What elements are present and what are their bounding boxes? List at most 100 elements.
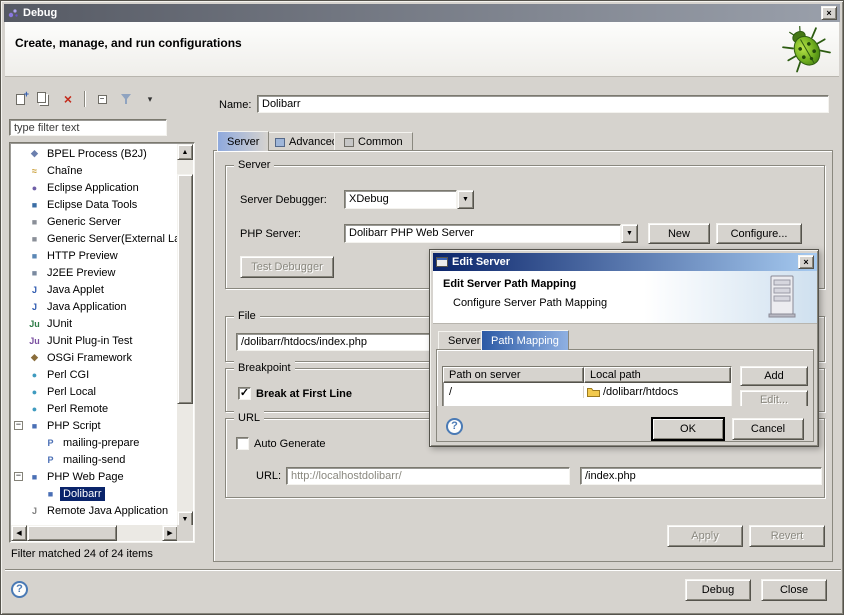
breakpoint-group-legend: Breakpoint xyxy=(234,361,295,375)
revert-button[interactable]: Revert xyxy=(749,525,825,547)
tree-item-perl-cgi[interactable]: ●Perl CGI xyxy=(12,366,178,383)
file-group-legend: File xyxy=(234,309,260,323)
collapse-all-button[interactable]: − xyxy=(91,90,113,109)
break-at-first-line-checkbox[interactable] xyxy=(238,387,251,400)
php-web-page-icon: ■ xyxy=(27,472,42,482)
remote-java-application-icon: J xyxy=(27,506,42,516)
server-group-legend: Server xyxy=(234,158,274,172)
tree-item-http-preview[interactable]: ■HTTP Preview xyxy=(12,247,178,264)
cha-ne-icon: ≈ xyxy=(27,166,42,176)
java-applet-icon: J xyxy=(27,285,42,295)
base-url-input[interactable]: http://localhostdolibarr/ xyxy=(286,467,570,485)
scroll-up-icon[interactable] xyxy=(177,144,193,160)
tree-item-dolibarr[interactable]: ■Dolibarr xyxy=(12,485,178,502)
scroll-left-icon[interactable] xyxy=(11,525,27,541)
ok-button[interactable]: OK xyxy=(652,418,724,440)
dialog-tab-path-mapping[interactable]: Path Mapping xyxy=(481,330,569,350)
server-debugger-dropdown-icon[interactable] xyxy=(457,190,474,209)
configurations-toolbar: + − xyxy=(9,89,161,109)
tree-item-label: OSGi Framework xyxy=(44,351,135,365)
local-path-column-header[interactable]: Local path xyxy=(584,367,731,383)
filter-launch-configurations-button[interactable] xyxy=(115,90,137,109)
url-path-input[interactable]: /index.php xyxy=(580,467,822,485)
collapse-toggle-icon[interactable]: − xyxy=(14,472,23,481)
path-mapping-row[interactable]: //dolibarr/htdocs xyxy=(443,383,731,400)
dialog-tab-server-label: Server xyxy=(448,335,480,347)
url-group-legend: URL xyxy=(234,411,264,425)
php-server-dropdown-icon[interactable] xyxy=(621,224,638,243)
view-menu-button[interactable] xyxy=(139,90,161,109)
name-input[interactable]: Dolibarr xyxy=(257,95,829,113)
tree-item-perl-local[interactable]: ●Perl Local xyxy=(12,383,178,400)
debug-button[interactable]: Debug xyxy=(685,579,751,601)
local-path-cell: /dolibarr/htdocs xyxy=(583,386,731,398)
tree-item-remote-java-application[interactable]: JRemote Java Application xyxy=(12,502,178,519)
eclipse-data-tools-icon: ■ xyxy=(27,200,42,210)
filter-status: Filter matched 24 of 24 items xyxy=(11,548,153,560)
tree-item-java-applet[interactable]: JJava Applet xyxy=(12,281,178,298)
filter-icon xyxy=(121,94,131,104)
php-server-combo[interactable]: Dolibarr PHP Web Server xyxy=(344,224,638,243)
tree-item-cha-ne[interactable]: ≈Chaîne xyxy=(12,162,178,179)
close-button[interactable]: Close xyxy=(761,579,827,601)
path-on-server-column-header[interactable]: Path on server xyxy=(443,367,584,383)
osgi-framework-icon: ◆ xyxy=(27,352,42,363)
tab-advanced-label: Advanced xyxy=(289,136,338,148)
tree-item-perl-remote[interactable]: ●Perl Remote xyxy=(12,400,178,417)
configure-server-button[interactable]: Configure... xyxy=(716,223,802,244)
tree-item-label: Dolibarr xyxy=(60,487,105,501)
titlebar[interactable]: Debug × xyxy=(4,4,840,22)
new-launch-configuration-button[interactable]: + xyxy=(9,90,31,109)
tree-item-generic-server[interactable]: ■Generic Server xyxy=(12,213,178,230)
php-server-value: Dolibarr PHP Web Server xyxy=(344,224,621,243)
delete-launch-configuration-button[interactable] xyxy=(57,90,79,109)
new-server-button[interactable]: New xyxy=(648,223,710,244)
cancel-button[interactable]: Cancel xyxy=(732,418,804,440)
edit-server-titlebar[interactable]: Edit Server × xyxy=(433,253,817,271)
tree-item-java-application[interactable]: JJava Application xyxy=(12,298,178,315)
tree-item-mailing-send[interactable]: Pmailing-send xyxy=(12,451,178,468)
tree-item-label: Eclipse Data Tools xyxy=(44,198,140,212)
apply-button[interactable]: Apply xyxy=(667,525,743,547)
tree-item-generic-server-external-la[interactable]: ■Generic Server(External La xyxy=(12,230,178,247)
server-debugger-combo[interactable]: XDebug xyxy=(344,190,474,209)
break-at-first-line-label: Break at First Line xyxy=(256,388,352,400)
window-close-button[interactable]: × xyxy=(821,6,837,20)
filter-input[interactable]: type filter text xyxy=(9,119,167,136)
tree-item-label: Chaîne xyxy=(44,164,85,178)
tree-item-j2ee-preview[interactable]: ■J2EE Preview xyxy=(12,264,178,281)
tab-common[interactable]: Common xyxy=(334,132,413,151)
tree-item-php-web-page[interactable]: −■PHP Web Page xyxy=(12,468,178,485)
test-debugger-button[interactable]: Test Debugger xyxy=(240,256,334,278)
folder-icon xyxy=(587,387,600,397)
collapse-toggle-icon[interactable]: − xyxy=(14,421,23,430)
tree-item-junit-plug-in-test[interactable]: JuJUnit Plug-in Test xyxy=(12,332,178,349)
bpel-process-b2j-icon: ◆ xyxy=(27,148,42,159)
perl-remote-icon: ● xyxy=(27,404,42,414)
auto-generate-checkbox[interactable] xyxy=(236,437,249,450)
edit-server-dialog: Edit Server × Edit Server Path Mapping C… xyxy=(429,249,819,447)
tree-horizontal-scrollbar[interactable] xyxy=(11,525,178,541)
footer-separator xyxy=(5,569,841,571)
edit-server-close-button[interactable]: × xyxy=(798,255,814,269)
tree-item-php-script[interactable]: −■PHP Script xyxy=(12,417,178,434)
panel-sash[interactable] xyxy=(199,86,207,556)
dialog-help-button[interactable] xyxy=(446,418,463,435)
scroll-right-icon[interactable] xyxy=(162,525,178,541)
duplicate-launch-configuration-button[interactable] xyxy=(33,90,55,109)
tree-item-osgi-framework[interactable]: ◆OSGi Framework xyxy=(12,349,178,366)
add-mapping-button[interactable]: Add xyxy=(740,366,808,386)
help-button[interactable] xyxy=(11,581,28,598)
tree-item-eclipse-data-tools[interactable]: ■Eclipse Data Tools xyxy=(12,196,178,213)
common-tab-icon xyxy=(344,138,354,147)
tree-item-label: mailing-send xyxy=(60,453,128,467)
tree-item-bpel-process-b2j[interactable]: ◆BPEL Process (B2J) xyxy=(12,145,178,162)
server-debugger-value: XDebug xyxy=(344,190,457,209)
tab-server[interactable]: Server xyxy=(217,131,269,151)
tree-vertical-scrollbar[interactable] xyxy=(177,144,193,527)
horizontal-scroll-thumb[interactable] xyxy=(27,525,117,541)
vertical-scroll-thumb[interactable] xyxy=(177,174,193,404)
tree-item-mailing-prepare[interactable]: Pmailing-prepare xyxy=(12,434,178,451)
tree-item-eclipse-application[interactable]: ●Eclipse Application xyxy=(12,179,178,196)
tree-item-junit[interactable]: JuJUnit xyxy=(12,315,178,332)
